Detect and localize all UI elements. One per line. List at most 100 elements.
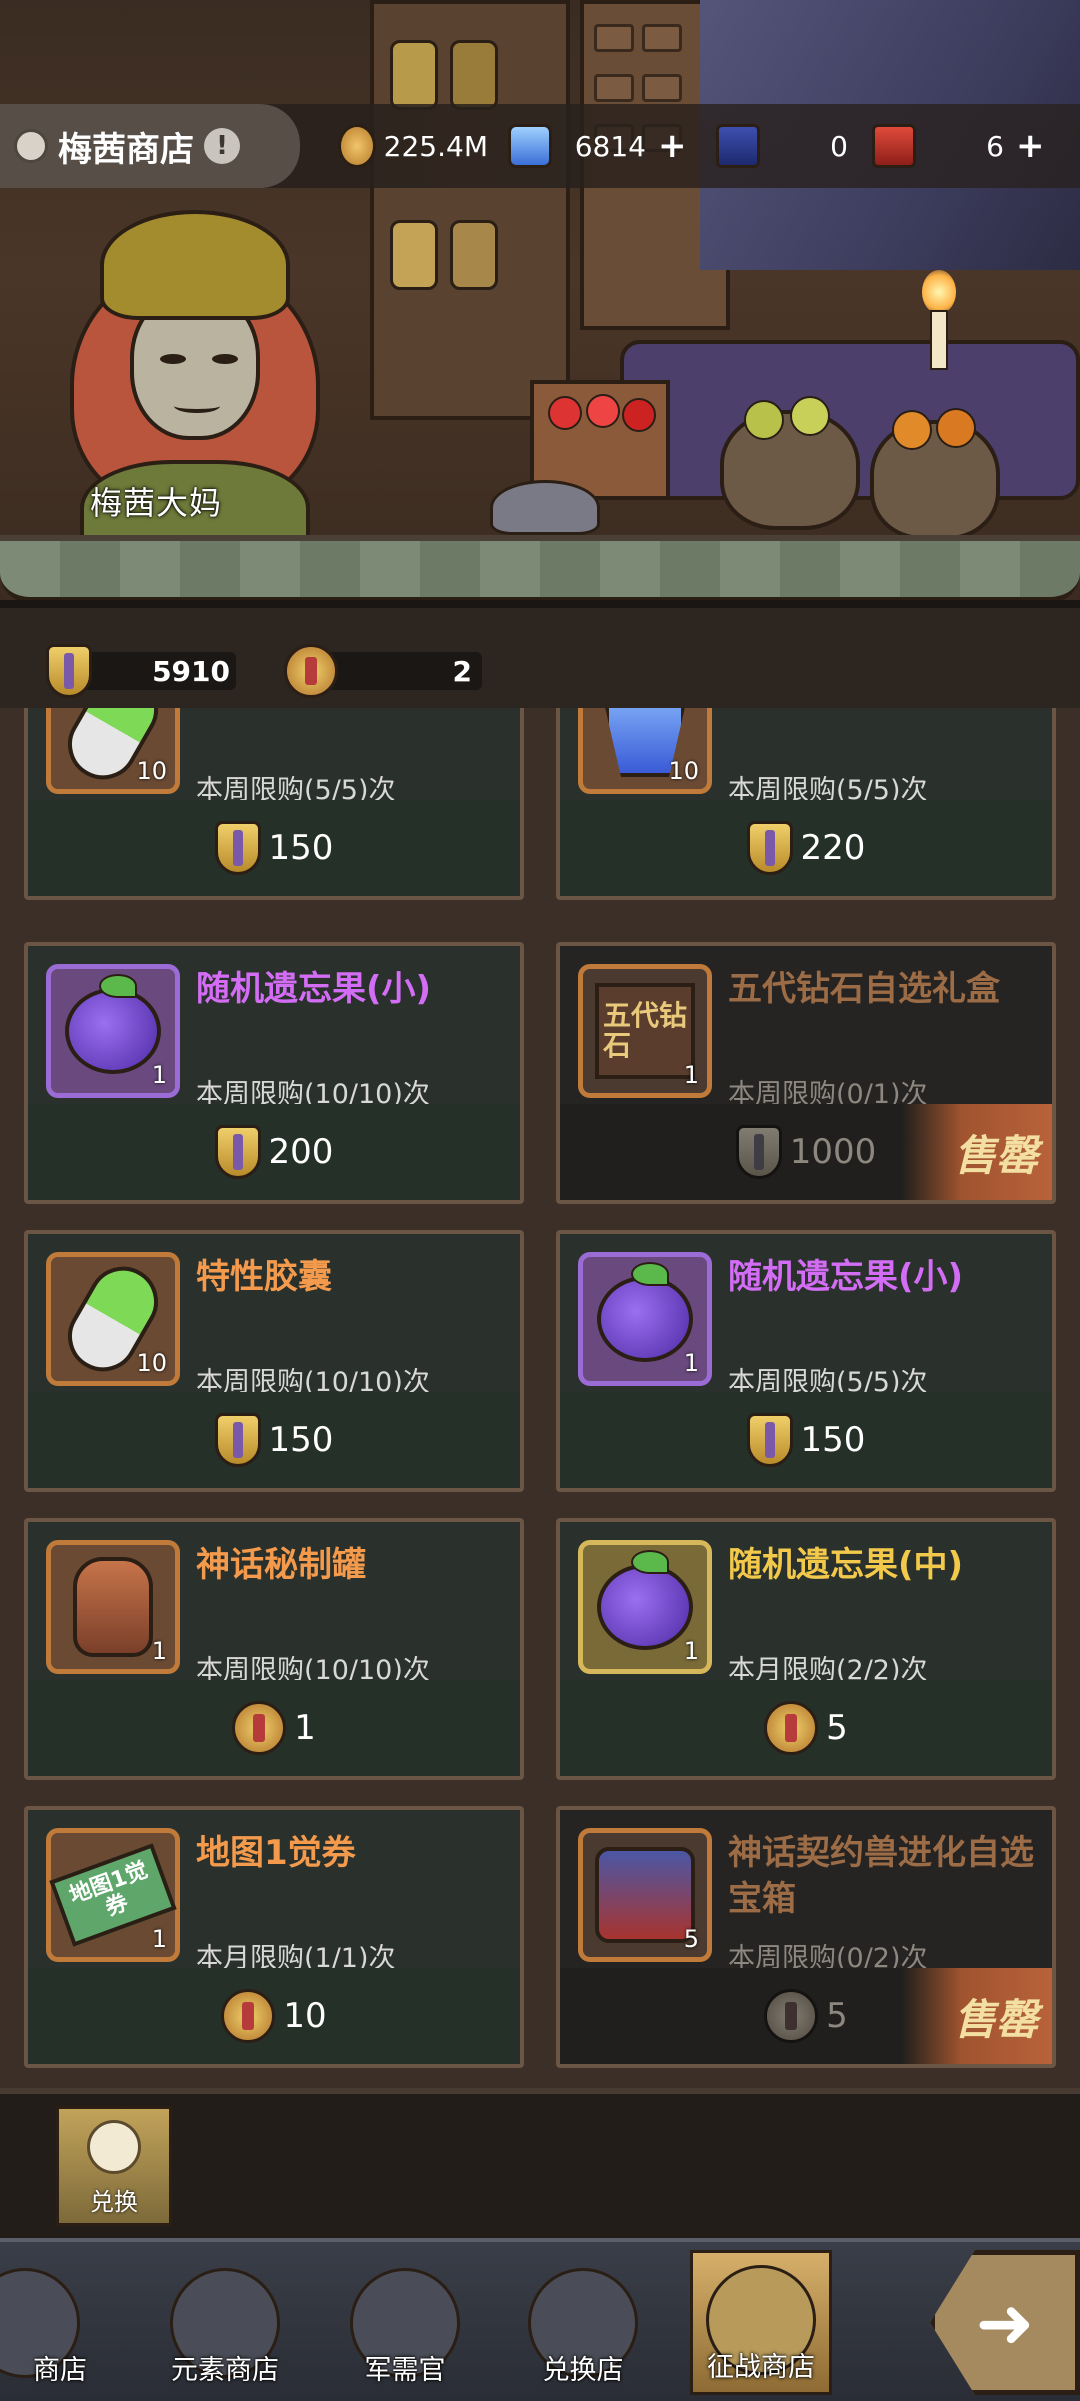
- token-medal: 2: [284, 644, 472, 698]
- currency-diamond: 6814 +: [508, 122, 688, 170]
- conquest-medal-icon: [764, 1701, 819, 1755]
- fruit-icon: [65, 974, 161, 1074]
- item-name: 特性胶囊: [196, 1257, 332, 1297]
- item-icon-frame: 1: [46, 964, 180, 1098]
- item-name: 五代钻石自选礼盒: [728, 969, 1000, 1009]
- token-value: 5910: [152, 654, 230, 688]
- item-price: 1: [294, 1708, 316, 1748]
- add-diamond-button[interactable]: +: [658, 126, 687, 166]
- shop-item-card[interactable]: 10特性胶囊本周限购(5/5)次150: [24, 708, 524, 900]
- shop-item-card[interactable]: 1 随机遗忘果(中) 本月限购(2/2)次 5: [556, 1518, 1056, 1780]
- sold-out-badge: 售罄: [902, 1104, 1052, 1200]
- chest-icon: [595, 1847, 695, 1943]
- price-row[interactable]: 150: [28, 1392, 520, 1488]
- gold-coin-icon: [338, 124, 376, 168]
- item-name: 地图1觉券: [196, 1833, 356, 1873]
- item-quantity: 1: [683, 1349, 699, 1377]
- item-price: 5: [826, 1708, 848, 1748]
- conquest-medal-icon: [232, 1701, 287, 1755]
- nav-label: 商店: [33, 2355, 87, 2386]
- item-quantity: 1: [151, 1637, 167, 1665]
- gold-ticket-icon: [872, 124, 916, 168]
- price-row[interactable]: 150: [560, 1392, 1052, 1488]
- currency-gold: 225.4M: [338, 122, 488, 170]
- item-icon-frame: 1: [578, 1252, 712, 1386]
- nav-label: 军需官: [364, 2355, 446, 2386]
- nav-label: 兑换店: [542, 2355, 624, 2386]
- item-price: 1000: [789, 1132, 877, 1172]
- item-price: 5: [826, 1996, 848, 2036]
- item-quantity: 1: [683, 1061, 699, 1089]
- item-quantity: 1: [151, 1061, 167, 1089]
- fruit-icon: [597, 1262, 693, 1362]
- shop-title: 梅茜商店: [58, 129, 194, 170]
- nav-label: 征战商店: [707, 2352, 815, 2383]
- card-ticket-icon: [716, 124, 760, 168]
- shop-item-card[interactable]: 1 随机遗忘果(小) 本周限购(5/5)次 150: [556, 1230, 1056, 1492]
- nav-tab-conquest-shop[interactable]: 征战商店: [690, 2250, 832, 2395]
- shop-item-card[interactable]: 10 特性胶囊 本周限购(10/10)次 150: [24, 1230, 524, 1492]
- jar-icon: [73, 1557, 153, 1657]
- candle: [930, 310, 948, 370]
- shop-scene: 梅茜大妈: [0, 0, 1080, 600]
- item-price: 150: [800, 1420, 866, 1460]
- currency-card-ticket: 0: [716, 122, 856, 170]
- jar: [450, 40, 498, 110]
- price-row[interactable]: 10: [28, 1968, 520, 2064]
- price-row[interactable]: 5: [560, 1680, 1052, 1776]
- shop-item-card[interactable]: 10英魂水晶本周限购(5/5)次220: [556, 708, 1056, 900]
- box-icon: 五代钻石: [595, 983, 695, 1079]
- nav-tab-exchange-store[interactable]: 兑换店: [508, 2250, 658, 2395]
- currency-value: 6: [986, 129, 1004, 163]
- fruit-icon: [597, 1550, 693, 1650]
- price-row[interactable]: 150: [28, 800, 520, 896]
- item-quantity: 10: [136, 1349, 167, 1377]
- shop-item-card[interactable]: 1 随机遗忘果(小) 本周限购(10/10)次 200: [24, 942, 524, 1204]
- conquest-token-icon: [46, 644, 92, 698]
- add-gold-ticket-button[interactable]: +: [1016, 126, 1045, 166]
- item-price: 220: [800, 828, 866, 868]
- diamond-icon: [508, 124, 552, 168]
- price-row[interactable]: 200: [28, 1104, 520, 1200]
- item-name: 神话契约兽进化自选宝箱: [728, 1833, 1034, 1919]
- nav-tab-element-shop[interactable]: 元素商店: [150, 2250, 300, 2395]
- item-quantity: 5: [683, 1925, 699, 1953]
- sleeping-cat: [490, 480, 600, 535]
- candle-flame: [922, 270, 956, 314]
- item-icon-frame: 10: [46, 708, 180, 794]
- price-row[interactable]: 220: [560, 800, 1052, 896]
- nav-tab-quartermaster[interactable]: 军需官: [330, 2250, 480, 2395]
- shop-item-card[interactable]: 五代钻石 1 五代钻石自选礼盒 本周限购(0/1)次 1000 售罄: [556, 942, 1056, 1204]
- nav-tab-shop[interactable]: 商店: [0, 2250, 110, 2395]
- conquest-token-icon: [746, 1413, 793, 1467]
- exchange-button[interactable]: 兑换: [56, 2106, 172, 2226]
- conquest-token-icon: [214, 1125, 261, 1179]
- shop-item-card[interactable]: 5 神话契约兽进化自选宝箱 本周限购(0/2)次 5 售罄: [556, 1806, 1056, 2068]
- shop-item-card[interactable]: 1 神话秘制罐 本周限购(10/10)次 1: [24, 1518, 524, 1780]
- token-conquest: 5910: [46, 644, 230, 698]
- item-quantity: 10: [668, 757, 699, 785]
- item-quantity: 10: [136, 757, 167, 785]
- item-icon-frame: 5: [578, 1828, 712, 1962]
- item-icon-frame: 1: [46, 1540, 180, 1674]
- jar: [450, 220, 498, 290]
- shop-item-card[interactable]: 地图1觉券 1 地图1觉券 本月限购(1/1)次 10: [24, 1806, 524, 2068]
- sold-out-badge: 售罄: [902, 1968, 1052, 2064]
- item-icon-frame: 五代钻石 1: [578, 964, 712, 1098]
- price-row[interactable]: 1: [28, 1680, 520, 1776]
- token-value: 2: [452, 654, 472, 688]
- item-icon-frame: 1: [578, 1540, 712, 1674]
- coin-stack-icon: [14, 129, 48, 163]
- item-price: 150: [268, 1420, 334, 1460]
- item-price: 150: [268, 828, 334, 868]
- item-name: 随机遗忘果(中): [728, 1545, 964, 1585]
- conquest-medal-icon: [284, 644, 338, 698]
- shop-title-bar: 梅茜商店 !: [0, 104, 300, 188]
- item-quantity: 1: [151, 1925, 167, 1953]
- item-name: 神话秘制罐: [196, 1545, 366, 1585]
- info-alert-icon[interactable]: !: [204, 128, 240, 164]
- nav-label: 元素商店: [171, 2355, 279, 2386]
- npc-name: 梅茜大妈: [90, 484, 223, 522]
- item-price: 10: [283, 1996, 327, 2036]
- conquest-medal-icon: [764, 1989, 819, 2043]
